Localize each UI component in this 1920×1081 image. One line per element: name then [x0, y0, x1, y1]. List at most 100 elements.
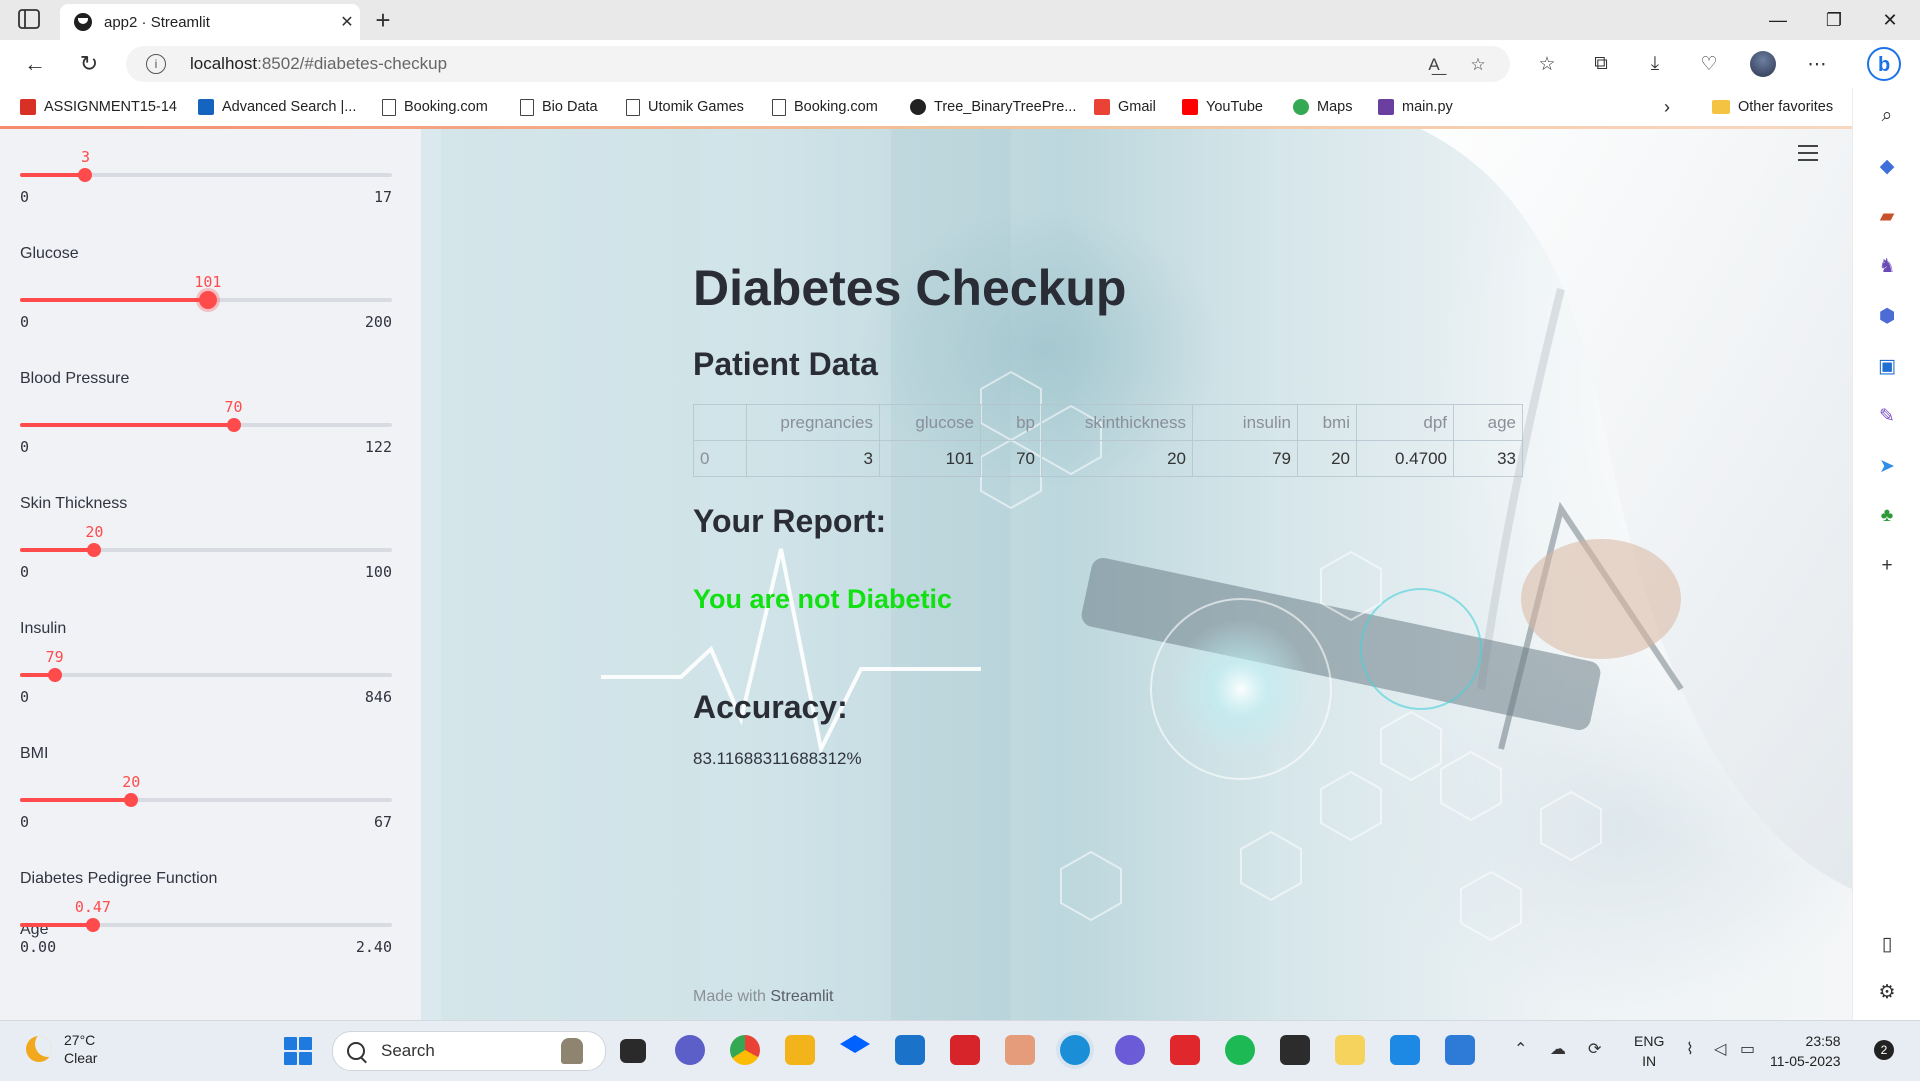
edge-icon[interactable]	[1060, 1035, 1090, 1065]
taskbar-search[interactable]: Search	[332, 1031, 606, 1071]
settings-gear-icon[interactable]: ⚙	[1871, 976, 1903, 1008]
battery-icon[interactable]: ▭	[1740, 1039, 1755, 1059]
pregnancies-slider[interactable]: 3 0 17	[20, 129, 392, 206]
slider-track[interactable]	[20, 173, 392, 177]
notepad-icon[interactable]	[1445, 1035, 1475, 1065]
favorites-icon[interactable]: ☆	[1530, 48, 1564, 80]
restore-icon[interactable]: ❐	[1806, 0, 1862, 40]
favorite-item[interactable]: Booking.com	[382, 96, 488, 118]
tools-icon[interactable]: ▰	[1871, 200, 1903, 232]
drop-icon[interactable]: ➤	[1871, 450, 1903, 482]
paint-icon[interactable]	[1390, 1035, 1420, 1065]
slider-thumb[interactable]	[124, 793, 139, 807]
back-icon[interactable]: ←	[18, 48, 52, 80]
clock[interactable]: 23:58 11-05-2023	[1770, 1031, 1841, 1071]
spotify-icon[interactable]	[1225, 1035, 1255, 1065]
tab-close-icon[interactable]: ✕	[334, 12, 360, 32]
profile-avatar-icon[interactable]	[1746, 48, 1780, 80]
insulin-slider[interactable]: Insulin 79 0 846	[20, 595, 392, 706]
column-header[interactable]: bmi	[1297, 404, 1357, 441]
file-explorer-icon[interactable]	[785, 1035, 815, 1065]
read-aloud-icon[interactable]: A͟	[1422, 53, 1446, 77]
favorite-item[interactable]: Bio Data	[520, 96, 598, 118]
copilot-icon[interactable]	[1115, 1035, 1145, 1065]
column-header[interactable]: pregnancies	[746, 404, 880, 441]
slider-thumb[interactable]	[85, 918, 100, 932]
favorite-item[interactable]: Booking.com	[772, 96, 878, 118]
column-header[interactable]: insulin	[1192, 404, 1298, 441]
tab-actions-icon[interactable]	[18, 9, 40, 29]
microsoft-365-icon[interactable]: ⬢	[1871, 300, 1903, 332]
weather-widget[interactable]: 27°C Clear	[26, 1031, 97, 1067]
more-options-icon[interactable]: ⋯	[1800, 48, 1834, 80]
search-icon[interactable]: ⌕	[1871, 100, 1903, 132]
favorite-item[interactable]: Maps	[1293, 96, 1352, 118]
language-indicator[interactable]: ENG IN	[1634, 1031, 1664, 1071]
volume-icon[interactable]: ◁	[1714, 1039, 1726, 1059]
slider-track[interactable]	[20, 673, 392, 677]
column-header[interactable]: glucose	[879, 404, 981, 441]
favorite-item[interactable]: Advanced Search |...	[198, 96, 356, 118]
slider-thumb[interactable]	[47, 668, 62, 682]
glucose-slider[interactable]: Glucose 101 0 200	[20, 220, 392, 331]
slider-track[interactable]	[20, 548, 392, 552]
address-bar[interactable]: i localhost:8502/#diabetes-checkup A͟ ☆	[126, 46, 1510, 82]
slider-thumb[interactable]	[226, 418, 241, 432]
favorite-item[interactable]: Utomik Games	[626, 96, 744, 118]
browser-essentials-icon[interactable]: ♡	[1692, 48, 1726, 80]
teams-chat-icon[interactable]	[675, 1035, 705, 1065]
photos-icon[interactable]	[1005, 1035, 1035, 1065]
new-tab-icon[interactable]: +	[368, 6, 398, 34]
task-view-icon[interactable]	[620, 1039, 646, 1063]
window-close-icon[interactable]: ✕	[1862, 0, 1918, 40]
downloads-icon[interactable]: ⤓	[1638, 48, 1672, 80]
notification-badge[interactable]: 2	[1874, 1040, 1894, 1060]
column-header[interactable]: skinthickness	[1041, 404, 1193, 441]
refresh-icon[interactable]: ↻	[72, 48, 106, 80]
slider-track[interactable]	[20, 798, 392, 802]
site-info-icon[interactable]: i	[146, 54, 166, 74]
favorite-item[interactable]: Tree_BinaryTreePre...	[910, 96, 1076, 118]
games-icon[interactable]: ♞	[1871, 250, 1903, 282]
slider-track[interactable]	[20, 423, 392, 427]
wifi-icon[interactable]: ⌇	[1686, 1039, 1694, 1059]
minimize-icon[interactable]: —	[1750, 0, 1806, 40]
bmi-slider[interactable]: BMI 20 0 67	[20, 720, 392, 831]
wps-office-icon[interactable]	[1170, 1035, 1200, 1065]
slider-track[interactable]	[20, 923, 392, 927]
streamlit-menu-icon[interactable]	[1798, 145, 1818, 161]
outlook-icon[interactable]: ▣	[1871, 350, 1903, 382]
shopping-tag-icon[interactable]: ◆	[1871, 150, 1903, 182]
windows-start-icon[interactable]	[284, 1037, 312, 1065]
streamlit-link[interactable]: Streamlit	[770, 988, 833, 1005]
onedrive-icon[interactable]: ☁	[1550, 1039, 1566, 1059]
slider-thumb[interactable]	[198, 291, 217, 309]
slider-thumb[interactable]	[87, 543, 102, 557]
blood-pressure-slider[interactable]: Blood Pressure 70 0 122	[20, 345, 392, 456]
tree-icon[interactable]: ♣	[1871, 500, 1903, 532]
favorite-item[interactable]: main.py	[1378, 96, 1453, 118]
column-header[interactable]: bp	[980, 404, 1042, 441]
dpf-slider[interactable]: Diabetes Pedigree Function 0.47 0.00 2.40	[20, 845, 392, 956]
acrobat-icon[interactable]	[950, 1035, 980, 1065]
hide-sidebar-icon[interactable]: ▯	[1871, 928, 1903, 960]
dropbox-icon[interactable]	[840, 1035, 870, 1053]
add-favorite-icon[interactable]: ☆	[1466, 53, 1490, 77]
column-header[interactable]	[693, 404, 747, 441]
favorite-item[interactable]: YouTube	[1182, 96, 1263, 118]
chevron-up-icon[interactable]: ⌃	[1514, 1039, 1527, 1059]
mail-icon[interactable]	[895, 1035, 925, 1065]
chrome-icon[interactable]	[730, 1035, 760, 1065]
browser-tab[interactable]: app2 · Streamlit ✕	[60, 4, 360, 40]
favorite-item[interactable]: ASSIGNMENT15-14	[20, 96, 177, 118]
chevron-right-icon[interactable]: ›	[1664, 96, 1670, 118]
designer-icon[interactable]: ✎	[1871, 400, 1903, 432]
slider-thumb[interactable]	[78, 168, 93, 182]
sync-icon[interactable]: ⟳	[1588, 1039, 1601, 1059]
python-icon[interactable]	[1335, 1035, 1365, 1065]
favorite-item[interactable]: Gmail	[1094, 96, 1156, 118]
column-header[interactable]: age	[1453, 404, 1523, 441]
other-favorites-folder[interactable]: Other favorites	[1712, 96, 1833, 118]
column-header[interactable]: dpf	[1356, 404, 1454, 441]
skin-thickness-slider[interactable]: Skin Thickness 20 0 100	[20, 470, 392, 581]
